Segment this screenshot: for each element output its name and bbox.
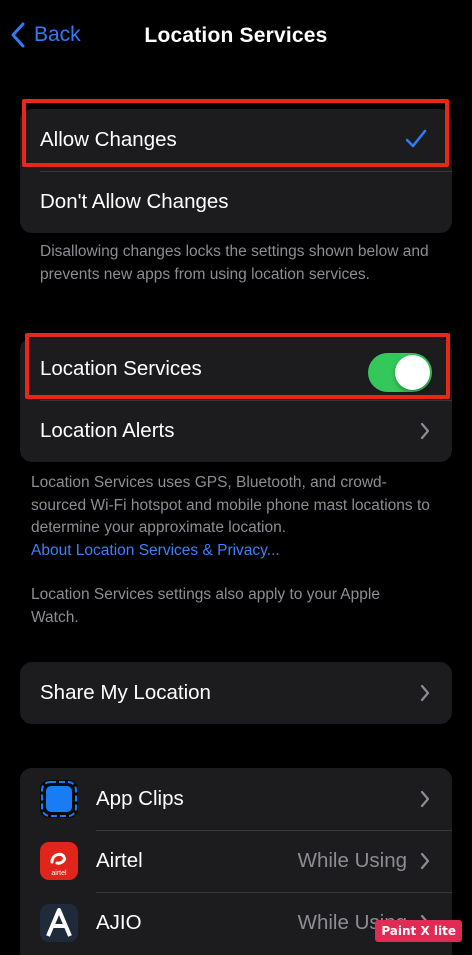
changes-footer: Disallowing changes locks the settings s… — [40, 243, 429, 283]
watch-footer: Location Services settings also apply to… — [31, 586, 380, 626]
app-name: AJIO — [96, 911, 142, 934]
location-footer-text: Location Services uses GPS, Bluetooth, a… — [31, 474, 430, 536]
watermark-badge: Paint X lite — [375, 920, 462, 942]
location-alerts-label: Location Alerts — [40, 419, 175, 442]
about-location-privacy-link[interactable]: About Location Services & Privacy... — [31, 540, 431, 563]
dont-allow-changes-label: Don't Allow Changes — [40, 190, 229, 213]
highlight-location-services — [25, 333, 450, 399]
app-name: Airtel — [96, 849, 143, 872]
location-alerts-row[interactable]: Location Alerts — [20, 400, 452, 462]
share-my-location-label: Share My Location — [40, 681, 211, 704]
app-name: App Clips — [96, 787, 184, 810]
app-permission-value: While Using — [297, 849, 407, 872]
chevron-right-icon — [420, 684, 430, 702]
chevron-right-icon — [420, 852, 430, 870]
app-clips-icon — [40, 780, 78, 818]
share-my-location-row[interactable]: Share My Location — [20, 662, 452, 724]
chevron-right-icon — [420, 790, 430, 808]
app-row-airtel[interactable]: airtel Airtel While Using — [20, 830, 452, 892]
airtel-icon-text: airtel — [51, 870, 67, 877]
navigation-bar: Back Location Services — [0, 0, 472, 76]
share-group: Share My Location — [20, 662, 452, 724]
app-row-app-clips[interactable]: App Clips — [20, 768, 452, 830]
ajio-icon — [40, 904, 78, 942]
page-title: Location Services — [144, 24, 328, 47]
location-footer: Location Services uses GPS, Bluetooth, a… — [31, 472, 431, 562]
dont-allow-changes-row[interactable]: Don't Allow Changes — [20, 171, 452, 233]
highlight-allow-changes — [22, 99, 449, 167]
airtel-icon: airtel — [40, 842, 78, 880]
chevron-right-icon — [420, 422, 430, 440]
